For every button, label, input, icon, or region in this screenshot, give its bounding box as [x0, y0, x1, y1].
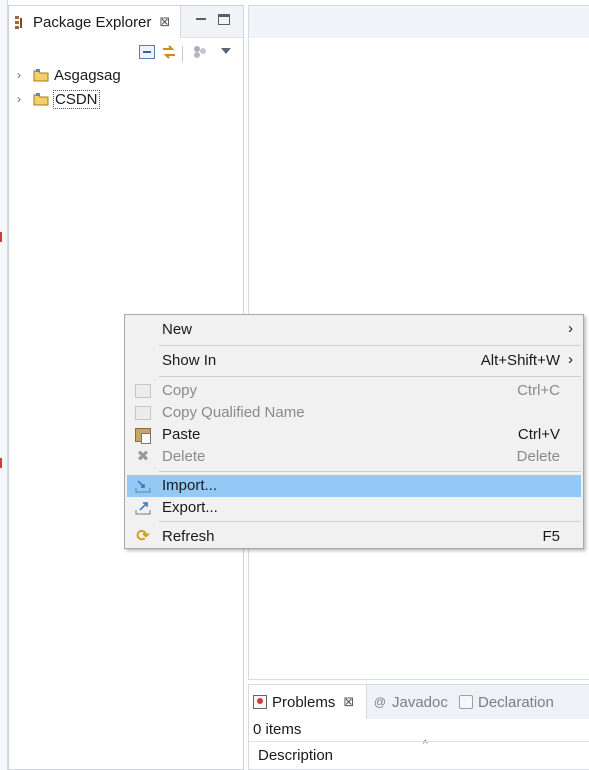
tree-item-label: Asgagsag: [54, 66, 121, 84]
menu-separator: [159, 471, 581, 472]
menu-item-copy[interactable]: Copy Ctrl+C: [127, 380, 581, 402]
menu-item-shortcut: F5: [542, 528, 560, 545]
menu-item-import[interactable]: Import...: [127, 475, 581, 497]
chevron-right-icon: ›: [568, 320, 573, 337]
delete-icon: ✖: [136, 448, 150, 465]
menu-item-label: Copy: [162, 382, 198, 399]
tree-item-label: CSDN: [53, 89, 100, 109]
tab-declaration[interactable]: Declaration: [459, 685, 554, 719]
tab-label: Problems: [272, 693, 336, 711]
menu-item-copy-qualified-name[interactable]: Copy Qualified Name: [127, 402, 581, 424]
chevron-right-icon[interactable]: ›: [17, 92, 25, 106]
declaration-icon: [459, 695, 473, 709]
menu-item-label: Delete: [162, 448, 206, 465]
left-edge-strip: [0, 0, 8, 770]
tree-item-project[interactable]: › Asgagsag: [9, 64, 122, 86]
menu-item-label: Export...: [162, 499, 218, 516]
menu-item-shortcut: Ctrl+C: [517, 382, 560, 399]
package-explorer-toolbar: [9, 40, 243, 66]
chevron-right-icon: ›: [568, 351, 573, 368]
error-marker: [0, 458, 6, 468]
menu-separator: [159, 521, 581, 522]
menu-item-label: New: [162, 321, 193, 338]
export-icon: [135, 501, 151, 515]
bottom-tabbar: Problems ⊠ @ Javadoc Declaration: [249, 685, 589, 719]
chevron-down-icon[interactable]: [221, 48, 231, 54]
menu-separator: [159, 376, 581, 377]
problems-panel: Problems ⊠ @ Javadoc Declaration 0 items…: [248, 684, 589, 770]
view-menu-dots-icon[interactable]: [192, 45, 208, 59]
copy-icon: [135, 384, 151, 398]
problems-icon: [253, 695, 267, 709]
tab-javadoc[interactable]: @ Javadoc: [373, 685, 448, 719]
context-menu: New › Show In Alt+Shift+W › Copy Ctrl+C …: [124, 314, 584, 549]
items-count: 0 items: [253, 721, 302, 738]
tab-package-explorer[interactable]: Package Explorer ⊠: [9, 6, 181, 38]
menu-item-shortcut: Ctrl+V: [517, 426, 560, 443]
menu-item-label: Copy Qualified Name: [162, 404, 305, 421]
at-sign-icon: @: [373, 695, 387, 709]
close-icon[interactable]: ⊠: [343, 694, 354, 710]
package-explorer-tabbar: Package Explorer ⊠: [9, 6, 243, 38]
package-explorer-title: Package Explorer: [33, 13, 152, 31]
collapse-all-icon[interactable]: [139, 45, 155, 59]
package-explorer-icon: [15, 15, 27, 29]
tab-problems[interactable]: Problems ⊠: [249, 685, 367, 719]
project-folder-icon: [33, 92, 49, 106]
chevron-right-icon[interactable]: ›: [17, 68, 25, 82]
menu-item-paste[interactable]: Paste Ctrl+V: [127, 424, 581, 446]
tree-item-project[interactable]: › CSDN: [9, 88, 100, 110]
menu-item-refresh[interactable]: ⟳ Refresh F5: [127, 526, 581, 548]
refresh-icon: ⟳: [136, 528, 150, 545]
error-marker: [0, 232, 6, 242]
close-icon[interactable]: ⊠: [159, 14, 170, 30]
copy-qualified-name-icon: [135, 406, 151, 420]
menu-item-delete[interactable]: ✖ Delete Delete: [127, 446, 581, 468]
project-folder-icon: [33, 68, 49, 82]
maximize-icon[interactable]: [218, 14, 230, 25]
menu-item-show-in[interactable]: Show In Alt+Shift+W ›: [127, 350, 581, 372]
tab-label: Declaration: [478, 693, 554, 711]
menu-item-label: Paste: [162, 426, 201, 443]
menu-item-shortcut: Delete: [516, 448, 560, 465]
menu-separator: [159, 345, 581, 346]
paste-icon: [135, 428, 151, 444]
menu-item-label: Import...: [162, 477, 218, 494]
tab-label: Javadoc: [392, 693, 448, 711]
import-icon: [135, 479, 151, 493]
minimize-icon[interactable]: [195, 14, 207, 25]
column-header-description[interactable]: Description: [249, 741, 589, 769]
menu-item-new[interactable]: New ›: [127, 319, 581, 341]
link-with-editor-icon[interactable]: [161, 45, 177, 59]
menu-item-label: Show In: [162, 352, 217, 369]
menu-item-export[interactable]: Export...: [127, 497, 581, 519]
menu-item-label: Refresh: [162, 528, 215, 545]
toolbar-separator: [182, 46, 183, 62]
editor-tabbar: [249, 6, 589, 38]
menu-item-shortcut: Alt+Shift+W: [480, 352, 560, 369]
